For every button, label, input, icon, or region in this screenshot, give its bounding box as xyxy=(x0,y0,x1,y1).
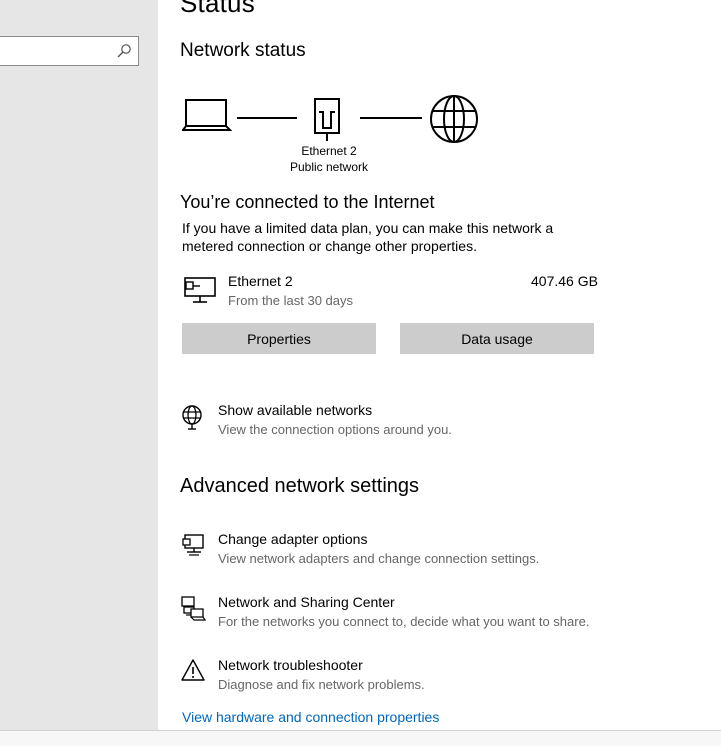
window-bottom-edge xyxy=(0,730,721,746)
globe-icon xyxy=(429,94,479,144)
ethernet-port-icon xyxy=(314,98,342,142)
network-sharing-center-link[interactable]: Network and Sharing Center xyxy=(218,594,395,610)
search-input[interactable] xyxy=(0,36,139,66)
ethernet-adapter-icon xyxy=(184,276,218,306)
show-available-networks-subtitle: View the connection options around you. xyxy=(218,422,452,437)
view-hardware-properties-link[interactable]: View hardware and connection properties xyxy=(182,709,439,725)
connection-description-line1: If you have a limited data plan, you can… xyxy=(182,220,554,236)
adapter-icon[interactable] xyxy=(182,533,208,559)
network-sharing-center-subtitle: For the networks you connect to, decide … xyxy=(218,614,590,629)
adapter-period: From the last 30 days xyxy=(228,293,353,308)
adapter-name: Ethernet 2 xyxy=(228,273,293,289)
network-troubleshooter-subtitle: Diagnose and fix network problems. xyxy=(218,677,425,692)
diagram-network-type-label: Public network xyxy=(289,160,369,174)
change-adapter-options-subtitle: View network adapters and change connect… xyxy=(218,551,540,566)
advanced-settings-heading: Advanced network settings xyxy=(180,475,420,497)
network-troubleshooter-link[interactable]: Network troubleshooter xyxy=(218,657,363,673)
main-content: Status Network status Ethernet 2 Public … xyxy=(158,0,721,730)
sharing-center-icon[interactable] xyxy=(180,595,206,621)
connected-heading: You’re connected to the Internet xyxy=(180,192,435,212)
sidebar xyxy=(0,0,158,730)
warning-icon[interactable] xyxy=(180,658,206,684)
page-title: Status xyxy=(180,0,255,18)
diagram-adapter-label: Ethernet 2 xyxy=(301,144,357,158)
connection-description-line2: metered connection or change other prope… xyxy=(182,238,477,254)
connection-line-right xyxy=(360,117,422,119)
connection-line-left xyxy=(237,117,297,119)
laptop-icon xyxy=(182,98,232,136)
change-adapter-options-link[interactable]: Change adapter options xyxy=(218,531,367,547)
show-available-networks-link[interactable]: Show available networks xyxy=(218,402,372,418)
network-globe-icon[interactable] xyxy=(180,404,206,430)
properties-button[interactable]: Properties xyxy=(182,323,376,354)
adapter-usage: 407.46 GB xyxy=(531,273,598,289)
data-usage-button[interactable]: Data usage xyxy=(400,323,594,354)
search-icon[interactable] xyxy=(116,43,132,59)
network-status-heading: Network status xyxy=(180,40,306,61)
